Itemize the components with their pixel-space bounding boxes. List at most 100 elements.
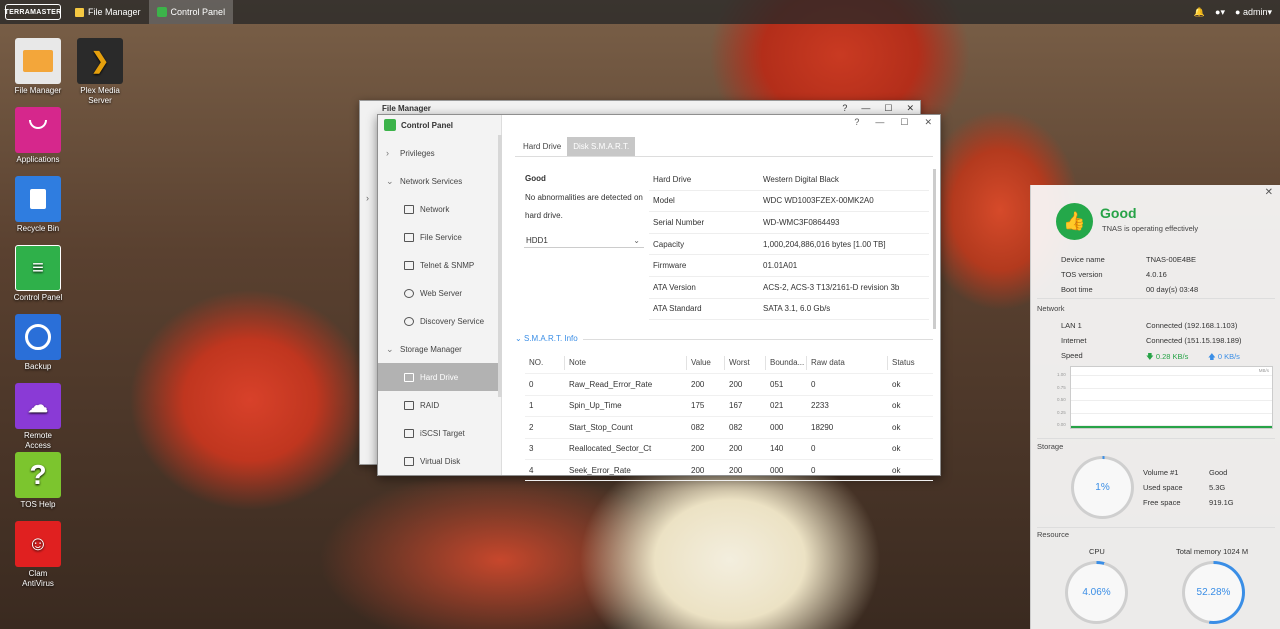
sidebar-item-iscsi-target[interactable]: iSCSI Target xyxy=(378,419,501,447)
sidebar-item-privileges[interactable]: › Privileges xyxy=(378,139,501,167)
desktop-icon-label: Remote Access xyxy=(23,431,52,450)
column-header[interactable]: Raw data xyxy=(807,356,888,371)
table-cell: 200 xyxy=(691,444,705,454)
desktop-icon-recycle-bin[interactable]: Recycle Bin xyxy=(3,176,73,234)
divider xyxy=(515,156,933,157)
column-header[interactable]: Worst xyxy=(725,356,766,371)
table-cell: Seek_Error_Rate xyxy=(569,465,631,475)
desktop-icon-remote-access[interactable]: ☁ Remote Access xyxy=(3,383,73,451)
divider xyxy=(583,339,933,340)
graph-gridline xyxy=(1071,387,1272,389)
drive-info-key: Capacity xyxy=(653,239,685,249)
maximize-icon[interactable]: ☐ xyxy=(884,103,892,114)
table-cell: 140 xyxy=(770,444,784,454)
graph-tick-label: 0.00 xyxy=(1057,422,1066,427)
desktop-icon-file-manager[interactable]: File Manager xyxy=(3,38,73,96)
table-row[interactable]: 4 Seek_Error_Rate 200 200 000 0 ok xyxy=(525,460,933,482)
health-status-desc: No abnormalities are detected on hard dr… xyxy=(525,193,643,220)
table-row[interactable]: 2 Start_Stop_Count 082 082 000 18290 ok xyxy=(525,417,933,439)
close-icon[interactable]: ✕ xyxy=(906,103,914,114)
sidebar-item-file-service[interactable]: File Service xyxy=(378,223,501,251)
table-row[interactable]: 3 Reallocated_Sector_Ct 200 200 140 0 ok xyxy=(525,439,933,460)
control-panel-window[interactable]: Control Panel › Privileges ⌄ Network Servi… xyxy=(377,114,941,482)
sidebar-scrollbar[interactable] xyxy=(498,135,502,397)
drive-info-key: Serial Number xyxy=(653,217,705,227)
sidebar-item-label: Network xyxy=(420,204,450,214)
volume-row: Volume #1 Good xyxy=(1143,468,1243,477)
minimize-icon[interactable]: — xyxy=(861,103,870,114)
user-menu[interactable]: ● admin▾ xyxy=(1235,7,1272,18)
desktop-icon-tos-help[interactable]: ? TOS Help xyxy=(3,452,73,510)
taskbar-tab-control-panel[interactable]: Control Panel xyxy=(148,0,234,24)
column-header[interactable]: NO. xyxy=(525,356,565,371)
control-panel-icon xyxy=(156,7,167,17)
taskbar-tab-label: Control Panel xyxy=(170,7,226,17)
desktop-icon-clam-antivirus[interactable]: ☺ Clam AntiVirus xyxy=(3,521,73,589)
desktop-icon-plex[interactable]: ❯ Plex Media Server xyxy=(65,38,135,106)
sidebar-item-storage-manager[interactable]: ⌄ Storage Manager xyxy=(378,335,501,363)
terramaster-logo[interactable]: TERRAMASTER xyxy=(5,4,61,20)
help-icon[interactable]: ? xyxy=(842,103,847,114)
desktop-icon-label: File Manager xyxy=(14,86,62,95)
username: admin xyxy=(1242,6,1268,17)
taskbar-tab-file-manager[interactable]: File Manager xyxy=(67,0,149,24)
tos-version-row: TOS version 4.0.16 xyxy=(1061,270,1261,279)
taskbar-tab-label: File Manager xyxy=(88,7,141,17)
sidebar-item-telnet-snmp[interactable]: Telnet & SNMP xyxy=(378,251,501,279)
column-header[interactable]: Note xyxy=(565,356,687,371)
memory-usage-value: 52.28% xyxy=(1196,587,1231,598)
table-cell: 4 xyxy=(529,465,534,475)
table-cell: Start_Stop_Count xyxy=(569,422,633,432)
content-scrollbar[interactable] xyxy=(933,169,936,329)
desktop-icon-control-panel[interactable]: ≡ Control Panel xyxy=(3,245,73,303)
kv-value: Connected (192.168.1.103) xyxy=(1146,321,1238,330)
kv-value: 5.3G xyxy=(1209,483,1226,492)
free-space-row: Free space 919.1G xyxy=(1143,498,1243,507)
sidebar-item-label: Web Server xyxy=(420,288,463,298)
table-row[interactable]: 0 Raw_Read_Error_Rate 200 200 051 0 ok xyxy=(525,374,933,396)
sidebar-item-raid[interactable]: RAID xyxy=(378,391,501,419)
sidebar-item-network[interactable]: Network xyxy=(378,195,501,223)
table-row[interactable]: 1 Spin_Up_Time 175 167 021 2233 ok xyxy=(525,396,933,418)
sidebar-item-hard-drive[interactable]: Hard Drive xyxy=(378,363,501,391)
desktop-icon-applications[interactable]: Applications xyxy=(3,107,73,165)
chevron-right-icon[interactable]: › xyxy=(366,193,369,203)
sidebar-item-discovery-service[interactable]: Discovery Service xyxy=(378,307,501,335)
arrow-up-icon: 🡅 xyxy=(1208,352,1216,361)
column-header[interactable]: Status xyxy=(888,356,933,370)
close-icon[interactable]: ✕ xyxy=(1265,187,1273,198)
speed-row: Speed 🡇 0.28 KB/s 🡅 0 KB/s xyxy=(1061,351,1271,364)
drive-info-value: 01.01A01 xyxy=(763,261,798,271)
taskbar: TERRAMASTER File Manager Control Panel 🔔… xyxy=(0,0,1280,24)
status-icon[interactable]: ●▾ xyxy=(1215,7,1225,18)
graph-tick-label: 0.25 xyxy=(1057,409,1066,415)
table-cell: 1 xyxy=(529,401,534,411)
desktop-icon-backup[interactable]: Backup xyxy=(3,314,73,372)
kv-value: Good xyxy=(1209,468,1228,477)
table-cell: 0 xyxy=(529,380,534,390)
sidebar-item-web-server[interactable]: Web Server xyxy=(378,279,501,307)
graph-unit: MB/s xyxy=(1258,368,1269,373)
bell-icon[interactable]: 🔔 xyxy=(1194,7,1205,18)
taskbar-right: 🔔 ●▾ ● admin▾ xyxy=(1194,7,1280,18)
column-header[interactable]: Value xyxy=(687,356,725,371)
tab-disk-smart[interactable]: Disk S.M.A.R.T. xyxy=(567,137,636,156)
sidebar-item-network-services[interactable]: ⌄ Network Services xyxy=(378,167,501,195)
monitor-icon xyxy=(404,260,414,270)
table-cell: 082 xyxy=(729,422,743,432)
tab-hard-drive[interactable]: Hard Drive xyxy=(517,137,567,156)
table-cell: 000 xyxy=(770,422,784,432)
search-icon xyxy=(404,316,414,326)
kv-key: TOS version xyxy=(1061,270,1103,279)
sidebar-item-virtual-disk[interactable]: Virtual Disk xyxy=(378,447,501,475)
drive-select[interactable]: HDD1 ⌄ xyxy=(524,233,644,248)
chevron-right-icon: › xyxy=(386,148,389,158)
column-header[interactable]: Bounda... xyxy=(766,356,807,371)
upload-speed-value: 0 KB/s xyxy=(1217,352,1240,361)
plex-icon: ❯ xyxy=(77,38,123,84)
control-panel-icon xyxy=(384,119,396,131)
shopping-bag-icon xyxy=(15,107,61,153)
download-speed-value: 0.28 KB/s xyxy=(1155,352,1189,361)
smart-info-header[interactable]: ⌄ S.M.A.R.T. Info xyxy=(515,334,578,343)
table-cell: ok xyxy=(892,422,901,432)
